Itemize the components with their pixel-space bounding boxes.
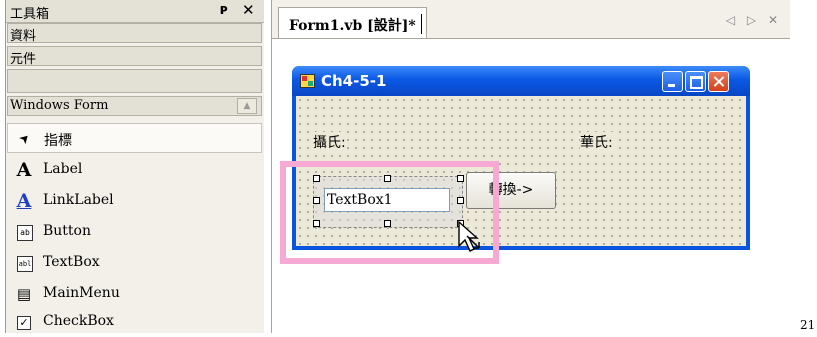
tool-label: CheckBox bbox=[43, 313, 114, 329]
tool-button[interactable]: ab Button bbox=[7, 217, 262, 247]
tool-label: MainMenu bbox=[43, 285, 120, 301]
close-icon[interactable]: ✕ bbox=[242, 1, 255, 19]
label-celsius[interactable]: 攝氏: bbox=[313, 132, 346, 152]
tool-label: Button bbox=[43, 223, 92, 239]
button-icon: ab bbox=[17, 225, 33, 241]
tab-form1-design[interactable]: Form1.vb [設計]* bbox=[278, 7, 427, 38]
label-icon: A bbox=[16, 159, 32, 181]
tab-label: Windows Form bbox=[10, 98, 109, 113]
toolbox-tab-windows-form[interactable]: Windows Form ▲ bbox=[7, 96, 262, 116]
tab-nav-icons[interactable]: ◁ ▷ ✕ bbox=[726, 13, 782, 27]
minimize-icon[interactable] bbox=[662, 71, 683, 92]
tool-label: 指標 bbox=[44, 133, 72, 149]
toolbox-tab-data[interactable]: 資料 bbox=[7, 23, 262, 44]
tool-label: LinkLabel bbox=[43, 192, 114, 208]
document-tabbar: Form1.vb [設計]* ◁ ▷ ✕ bbox=[272, 0, 790, 39]
toolbox-tab-components[interactable]: 元件 bbox=[7, 46, 262, 67]
label-fahrenheit[interactable]: 華氏: bbox=[580, 132, 613, 152]
pointer-icon: ➤ bbox=[16, 130, 34, 148]
close-icon[interactable] bbox=[708, 71, 729, 92]
toolbox-panel: 工具箱 ᴘ ✕ 資料 元件 Windows Form ▲ ➤ 指標 A Labe… bbox=[5, 0, 264, 333]
text-caret bbox=[420, 14, 422, 34]
toolbox-tab-components-body bbox=[7, 69, 262, 93]
page-number: 21 bbox=[800, 318, 816, 332]
textbox-icon: abl bbox=[17, 256, 33, 272]
resize-cursor-icon bbox=[458, 220, 480, 252]
tool-label-control[interactable]: A Label bbox=[7, 155, 262, 185]
checkbox-icon: ✓ bbox=[17, 316, 31, 330]
toolbox-title: 工具箱 bbox=[10, 7, 50, 22]
tab-label: 資料 bbox=[10, 29, 37, 44]
pin-icon[interactable]: ᴘ bbox=[220, 2, 228, 18]
tool-label: Label bbox=[43, 161, 83, 177]
form-titlebar[interactable]: Ch4-5-1 bbox=[292, 66, 750, 96]
maximize-icon[interactable] bbox=[685, 71, 706, 92]
tab-label: Form1.vb [設計]* bbox=[289, 18, 416, 34]
form-title: Ch4-5-1 bbox=[321, 72, 387, 90]
form-icon bbox=[300, 74, 315, 88]
tab-label: 元件 bbox=[10, 52, 37, 67]
mainmenu-icon: ▤ bbox=[16, 285, 32, 303]
tool-pointer[interactable]: ➤ 指標 bbox=[7, 123, 262, 153]
tool-textbox[interactable]: abl TextBox bbox=[7, 248, 262, 278]
tool-label: TextBox bbox=[43, 254, 100, 270]
tool-linklabel[interactable]: A LinkLabel bbox=[7, 186, 262, 216]
toolbox-titlebar: 工具箱 ᴘ ✕ bbox=[6, 0, 264, 23]
scroll-up-icon[interactable]: ▲ bbox=[237, 98, 257, 114]
linklabel-icon: A bbox=[16, 190, 32, 212]
tool-mainmenu[interactable]: ▤ MainMenu bbox=[7, 279, 262, 309]
